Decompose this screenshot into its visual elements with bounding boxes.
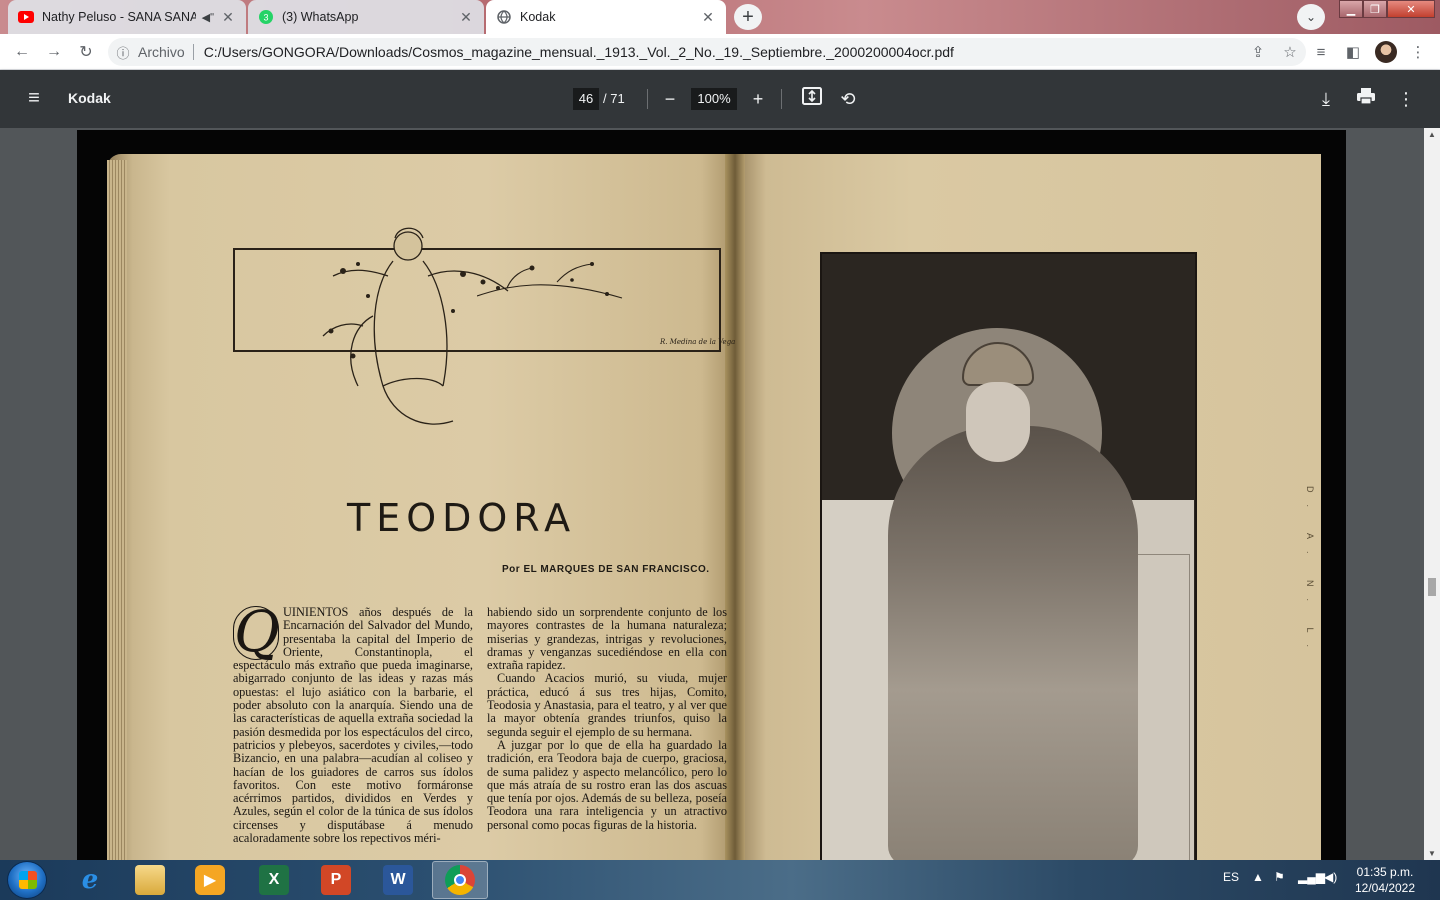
close-tab-icon[interactable]: ✕ bbox=[458, 9, 474, 26]
reload-button[interactable]: ↻ bbox=[74, 40, 98, 64]
vertical-side-label: D. A. N. L. bbox=[1305, 486, 1315, 660]
media-player-icon[interactable]: ▶ bbox=[182, 861, 238, 899]
illustrator-signature: R. Medina de la Vega bbox=[660, 338, 736, 346]
scheme-label: Archivo bbox=[138, 44, 185, 60]
zoom-in-icon[interactable]: + bbox=[746, 87, 770, 111]
fit-page-icon[interactable] bbox=[800, 87, 824, 111]
paragraph: Cuando Acacios murió, su viuda, mujer pr… bbox=[487, 671, 727, 739]
vertical-scrollbar[interactable]: ▲ ▼ bbox=[1424, 128, 1440, 860]
teodora-photograph bbox=[820, 252, 1197, 860]
file-explorer-icon[interactable] bbox=[122, 861, 178, 899]
scroll-up-icon[interactable]: ▲ bbox=[1424, 130, 1440, 139]
new-tab-button[interactable]: + bbox=[734, 4, 762, 30]
zoom-out-icon[interactable]: − bbox=[658, 87, 682, 111]
url-text[interactable]: C:/Users/GONGORA/Downloads/Cosmos_magazi… bbox=[204, 44, 1242, 60]
whatsapp-icon: 3 bbox=[258, 9, 274, 25]
globe-icon bbox=[496, 9, 512, 25]
excel-icon[interactable]: X bbox=[246, 861, 302, 899]
branch-illustration bbox=[477, 262, 623, 299]
toolbar-divider bbox=[647, 89, 648, 109]
document-title: Kodak bbox=[68, 90, 111, 106]
page-total: / 71 bbox=[603, 91, 625, 106]
rotate-icon[interactable]: ⟲ bbox=[836, 87, 860, 111]
bookmark-star-icon[interactable]: ☆ bbox=[1274, 43, 1306, 61]
download-icon[interactable]: ⤓ bbox=[1314, 87, 1338, 111]
book-gutter bbox=[725, 154, 745, 860]
system-clock[interactable]: 01:35 p.m. 12/04/2022 bbox=[1340, 864, 1430, 896]
reading-list-icon[interactable]: ≡ bbox=[1309, 40, 1333, 64]
scrollbar-thumb[interactable] bbox=[1428, 578, 1436, 596]
face bbox=[966, 382, 1030, 462]
tab-youtube[interactable]: Nathy Peluso - SANA SANA ◀ʺ ✕ bbox=[8, 0, 246, 34]
clock-date: 12/04/2022 bbox=[1354, 881, 1416, 895]
internet-explorer-icon[interactable]: e bbox=[62, 861, 118, 899]
text-column-1: Q UINIENTOS años después de la Encarnaci… bbox=[233, 600, 473, 845]
minimize-button[interactable]: ▁ bbox=[1339, 0, 1363, 18]
paragraph: A juzgar por lo que de ella ha guardado … bbox=[487, 737, 727, 832]
language-indicator[interactable]: ES bbox=[1223, 870, 1239, 884]
pdf-viewer[interactable]: R. Medina de la Vega TEODORA Por EL MARQ… bbox=[0, 128, 1424, 860]
page-edges bbox=[107, 160, 127, 860]
maximize-button[interactable]: ❐ bbox=[1363, 0, 1387, 18]
powerpoint-icon[interactable]: P bbox=[308, 861, 364, 899]
text-column-2: habiendo sido un sorprendente conjunto d… bbox=[487, 605, 727, 832]
show-hidden-icons-icon[interactable]: ▲ bbox=[1252, 870, 1264, 884]
seated-figure bbox=[888, 426, 1138, 860]
svg-text:3: 3 bbox=[263, 13, 268, 23]
youtube-icon bbox=[18, 9, 34, 25]
tab-title: Nathy Peluso - SANA SANA bbox=[42, 10, 196, 24]
throne-panel bbox=[1130, 554, 1190, 860]
woman-illustration bbox=[322, 227, 509, 425]
action-center-icon[interactable]: ⚑ bbox=[1274, 870, 1285, 884]
tab-strip: Nathy Peluso - SANA SANA ◀ʺ ✕ 3 (3) What… bbox=[0, 0, 1440, 34]
menu-icon[interactable]: ≡ bbox=[22, 87, 46, 111]
pdf-toolbar: ≡ Kodak 46 / 71 − 100% + ⟲ ⤓ ⋮ bbox=[0, 70, 1440, 128]
close-tab-icon[interactable]: ✕ bbox=[220, 9, 236, 26]
article-byline: Por EL MARQUES DE SAN FRANCISCO. bbox=[502, 564, 710, 575]
tab-title: Kodak bbox=[520, 10, 556, 24]
volume-icon[interactable]: ◀) bbox=[1324, 870, 1337, 884]
share-icon[interactable]: ⇪ bbox=[1242, 43, 1274, 61]
address-bar: ← → ↻ ⓘ Archivo C:/Users/GONGORA/Downloa… bbox=[0, 34, 1440, 70]
chrome-icon[interactable] bbox=[432, 861, 488, 899]
paragraph: habiendo sido un sorprendente conjunto d… bbox=[487, 605, 727, 673]
network-signal-icon[interactable]: ▂▄▆ bbox=[1298, 870, 1325, 884]
tab-search-button[interactable]: ⌄ bbox=[1297, 4, 1325, 30]
omnibox-divider bbox=[192, 44, 194, 60]
side-panel-icon[interactable]: ◧ bbox=[1341, 40, 1365, 64]
article-heading: TEODORA bbox=[347, 496, 577, 540]
omnibox[interactable]: ⓘ Archivo C:/Users/GONGORA/Downloads/Cos… bbox=[108, 38, 1306, 66]
tab-title: (3) WhatsApp bbox=[282, 10, 359, 24]
profile-avatar[interactable] bbox=[1375, 41, 1397, 63]
close-tab-icon[interactable]: ✕ bbox=[700, 9, 716, 26]
forward-button[interactable]: → bbox=[42, 40, 66, 64]
tab-whatsapp[interactable]: 3 (3) WhatsApp ✕ bbox=[248, 0, 484, 34]
speaker-icon[interactable]: ◀ʺ bbox=[202, 11, 214, 24]
toolbar-divider bbox=[781, 89, 782, 109]
start-button[interactable] bbox=[7, 861, 47, 899]
back-button[interactable]: ← bbox=[10, 40, 34, 64]
tab-kodak[interactable]: Kodak ✕ bbox=[486, 0, 726, 34]
windows-logo-icon bbox=[19, 871, 37, 889]
print-icon[interactable] bbox=[1354, 87, 1378, 111]
clock-time: 01:35 p.m. bbox=[1356, 865, 1414, 879]
scroll-down-icon[interactable]: ▼ bbox=[1424, 849, 1440, 858]
zoom-input[interactable]: 100% bbox=[691, 88, 737, 110]
page-number-input[interactable]: 46 bbox=[573, 88, 599, 110]
close-window-button[interactable]: ✕ bbox=[1387, 0, 1435, 18]
word-icon[interactable]: W bbox=[370, 861, 426, 899]
drop-cap: Q bbox=[233, 600, 280, 665]
more-options-icon[interactable]: ⋮ bbox=[1394, 87, 1418, 111]
info-icon[interactable]: ⓘ bbox=[108, 43, 138, 62]
scanned-page: R. Medina de la Vega TEODORA Por EL MARQ… bbox=[77, 130, 1346, 860]
chrome-menu-icon[interactable]: ⋮ bbox=[1406, 40, 1430, 64]
